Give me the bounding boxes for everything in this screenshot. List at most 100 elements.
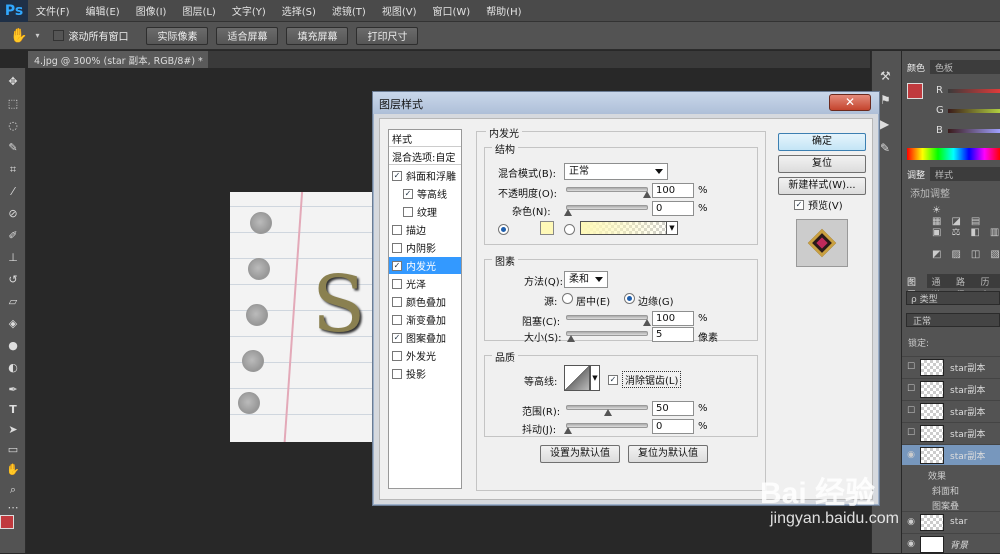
technique-select[interactable]: 柔和: [564, 271, 608, 288]
slider-knob[interactable]: [567, 335, 575, 342]
effects-label[interactable]: 效果: [928, 469, 946, 482]
jitter-input[interactable]: 0: [652, 419, 694, 434]
menu-view[interactable]: 视图(V): [374, 3, 425, 18]
layer-row[interactable]: ☐ star副本: [902, 378, 1000, 399]
slider-knob[interactable]: [564, 209, 572, 216]
tab-history[interactable]: 历史: [976, 274, 1000, 288]
actual-pixels-button[interactable]: 实际像素: [146, 27, 208, 45]
checkbox-icon[interactable]: [392, 279, 402, 289]
layer-row[interactable]: ☐ star副本: [902, 422, 1000, 443]
brush-tool-icon[interactable]: ✐: [5, 228, 21, 244]
blend-mode-select[interactable]: 正常: [564, 163, 668, 180]
pen-tool-icon[interactable]: ✒: [5, 382, 21, 398]
chevron-down-icon[interactable]: ▼: [666, 221, 678, 235]
source-center-radio[interactable]: [562, 293, 573, 304]
lasso-tool-icon[interactable]: ◌: [5, 118, 21, 134]
menu-filter[interactable]: 滤镜(T): [324, 3, 374, 18]
brush-panel-icon[interactable]: ✎: [880, 141, 890, 155]
clone-stamp-tool-icon[interactable]: ⊥: [5, 250, 21, 266]
checkbox-icon[interactable]: [392, 315, 402, 325]
adjustment-icons-row2[interactable]: ▣⚖◧▥: [932, 227, 1000, 238]
print-size-button[interactable]: 打印尺寸: [356, 27, 418, 45]
quick-select-tool-icon[interactable]: ✎: [5, 140, 21, 156]
style-item-satin[interactable]: 光泽: [389, 275, 461, 292]
actions-icon[interactable]: ▶: [880, 117, 889, 131]
layer-row-selected[interactable]: ◉ star副本: [902, 444, 1000, 465]
blending-options-item[interactable]: 混合选项:自定: [389, 148, 461, 165]
tab-adjustments[interactable]: 调整: [902, 167, 930, 181]
checkbox-icon[interactable]: [392, 369, 402, 379]
new-style-button[interactable]: 新建样式(W)...: [778, 177, 866, 195]
noise-slider[interactable]: [566, 205, 648, 210]
antialias-checkbox[interactable]: ✓ 消除锯齿(L): [608, 371, 681, 388]
choke-slider[interactable]: [566, 315, 648, 320]
tab-styles[interactable]: 样式: [930, 167, 958, 181]
fit-screen-button[interactable]: 适合屏幕: [216, 27, 278, 45]
eye-icon[interactable]: ◉: [902, 539, 920, 549]
menu-layer[interactable]: 图层(L): [174, 3, 223, 18]
gradient-radio[interactable]: [564, 224, 575, 235]
style-item-color-overlay[interactable]: 颜色叠加: [389, 293, 461, 310]
source-edge-radio[interactable]: [624, 293, 635, 304]
size-input[interactable]: 5: [652, 327, 694, 342]
checkbox-icon[interactable]: [403, 207, 413, 217]
tab-layers[interactable]: 图层: [902, 274, 927, 288]
hand-tool-icon[interactable]: ✋: [10, 28, 27, 44]
eye-icon[interactable]: ◉: [902, 450, 920, 460]
menu-edit[interactable]: 编辑(E): [78, 3, 128, 18]
tab-color[interactable]: 颜色: [902, 60, 930, 74]
make-default-button[interactable]: 设置为默认值: [540, 445, 620, 463]
preview-checkbox[interactable]: ✓ 预览(V): [794, 197, 843, 212]
b-slider[interactable]: [948, 129, 1000, 133]
tab-paths[interactable]: 路径: [951, 274, 976, 288]
path-select-tool-icon[interactable]: ➤: [5, 422, 21, 438]
menu-select[interactable]: 选择(S): [274, 3, 324, 18]
marquee-tool-icon[interactable]: ⬚: [5, 96, 21, 112]
checkbox-checked-icon[interactable]: ✓: [392, 171, 402, 181]
style-item-pattern-overlay[interactable]: ✓图案叠加: [389, 329, 461, 346]
fg-color-chip[interactable]: [907, 83, 923, 99]
close-button[interactable]: ✕: [829, 94, 871, 111]
type-tool-icon[interactable]: T: [5, 402, 21, 418]
gradient-picker[interactable]: [580, 221, 676, 235]
contour-picker[interactable]: [564, 365, 590, 391]
zoom-tool-icon[interactable]: ⌕: [5, 482, 21, 498]
layer-row[interactable]: ☐ star副本: [902, 400, 1000, 421]
history-brush-tool-icon[interactable]: ↺: [5, 272, 21, 288]
style-item-inner-shadow[interactable]: 内阴影: [389, 239, 461, 256]
style-item-drop-shadow[interactable]: 投影: [389, 365, 461, 382]
adjustment-icons-row3[interactable]: ◩▨◫▧: [932, 249, 1000, 260]
layer-row[interactable]: ◉ star: [902, 511, 1000, 532]
glow-color-swatch[interactable]: [540, 221, 554, 235]
opacity-input[interactable]: 100: [652, 183, 694, 198]
style-item-gradient-overlay[interactable]: 渐变叠加: [389, 311, 461, 328]
range-slider[interactable]: [566, 405, 648, 410]
layer-filter-kind[interactable]: ρ 类型: [906, 291, 1000, 305]
slider-knob[interactable]: [643, 319, 651, 326]
slider-knob[interactable]: [604, 409, 612, 416]
rectangle-tool-icon[interactable]: ▭: [5, 442, 21, 458]
checkbox-icon[interactable]: [392, 351, 402, 361]
eye-icon[interactable]: ◉: [902, 517, 920, 527]
blur-tool-icon[interactable]: ●: [5, 338, 21, 354]
foreground-color-swatch[interactable]: [0, 515, 14, 529]
tool-presets-icon[interactable]: ⚒: [880, 69, 891, 83]
checkbox-checked-icon[interactable]: ✓: [403, 189, 413, 199]
g-slider[interactable]: [948, 109, 1000, 113]
style-item-inner-glow[interactable]: ✓内发光: [389, 257, 461, 274]
jitter-slider[interactable]: [566, 423, 648, 428]
healing-brush-tool-icon[interactable]: ⊘: [5, 206, 21, 222]
checkbox-icon[interactable]: [392, 243, 402, 253]
range-input[interactable]: 50: [652, 401, 694, 416]
visibility-toggle[interactable]: ☐: [902, 428, 920, 438]
visibility-toggle[interactable]: ☐: [902, 384, 920, 394]
r-slider[interactable]: [948, 89, 1000, 93]
fill-screen-button[interactable]: 填充屏幕: [286, 27, 348, 45]
opacity-slider[interactable]: [566, 187, 648, 192]
checkbox-icon[interactable]: [392, 297, 402, 307]
eraser-tool-icon[interactable]: ▱: [5, 294, 21, 310]
size-slider[interactable]: [566, 331, 648, 336]
effect-bevel[interactable]: 斜面和: [932, 484, 959, 497]
reset-button[interactable]: 复位: [778, 155, 866, 173]
reset-default-button[interactable]: 复位为默认值: [628, 445, 708, 463]
